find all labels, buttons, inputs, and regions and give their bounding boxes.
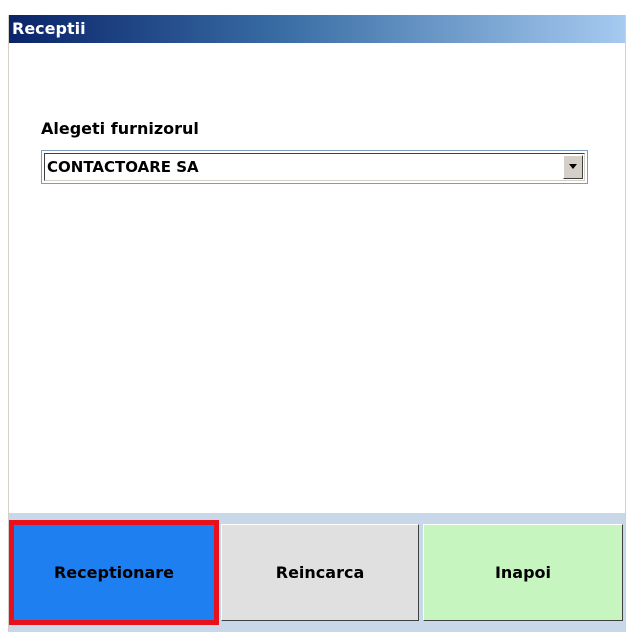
inapoi-button[interactable]: Inapoi	[423, 524, 623, 621]
button-bar: Receptionare Reincarca Inapoi	[9, 513, 625, 632]
reincarca-button[interactable]: Reincarca	[221, 524, 419, 621]
supplier-dropdown[interactable]: CONTACTOARE SA	[41, 150, 588, 184]
receptionare-button-label: Receptionare	[53, 563, 174, 582]
window-title: Receptii	[12, 19, 86, 38]
receptionare-button[interactable]: Receptionare	[9, 520, 219, 625]
receptii-window: Receptii Alegeti furnizorul CONTACTOARE …	[8, 15, 626, 632]
chevron-down-icon	[569, 164, 577, 169]
dropdown-arrow-button[interactable]	[563, 155, 583, 179]
supplier-label: Alegeti furnizorul	[41, 119, 199, 138]
supplier-selected-value: CONTACTOARE SA	[47, 158, 199, 176]
supplier-dropdown-field[interactable]: CONTACTOARE SA	[44, 153, 585, 181]
reincarca-button-label: Reincarca	[275, 563, 365, 582]
title-bar: Receptii	[9, 15, 625, 43]
inapoi-button-label: Inapoi	[494, 563, 552, 582]
